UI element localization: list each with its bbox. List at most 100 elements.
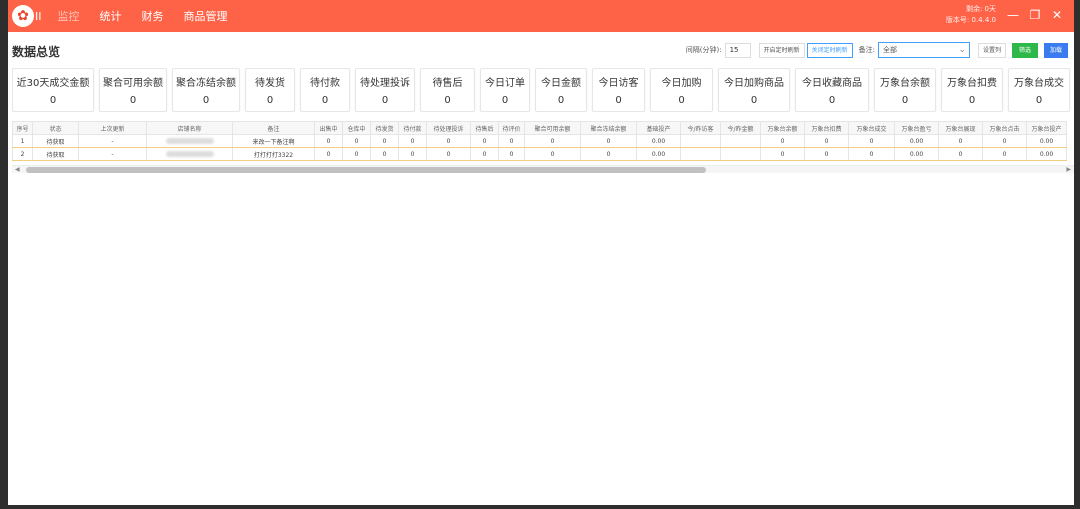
stat-card-value: 0 xyxy=(901,95,909,106)
interval-input[interactable]: 15 xyxy=(724,42,751,58)
column-header[interactable]: 万象台余额 xyxy=(760,121,805,135)
stat-card: 万象台余额 0 xyxy=(874,68,936,112)
window-controls: — ❐ ✕ xyxy=(1002,8,1068,22)
column-header[interactable]: 店铺名称 xyxy=(146,121,233,135)
column-header[interactable]: 待发货 xyxy=(370,121,399,135)
menu-item-product-management[interactable]: 商品管理 xyxy=(184,8,228,24)
stat-card-label: 近30天成交金额 xyxy=(16,78,90,89)
table-cell: 0 xyxy=(426,134,471,148)
table-cell: 待获取 xyxy=(32,134,79,148)
column-header[interactable]: 万象台盈亏 xyxy=(894,121,939,135)
note-filter-select[interactable]: 全部 ⌄ xyxy=(877,42,970,58)
table-cell: 0 xyxy=(470,134,499,148)
stat-card: 待处理投诉 0 xyxy=(355,68,415,112)
stat-card-label: 万象台余额 xyxy=(880,78,930,89)
column-header[interactable]: 出售中 xyxy=(314,121,343,135)
column-header[interactable]: 待付款 xyxy=(398,121,427,135)
start-auto-refresh-button[interactable]: 开启定时刷新 xyxy=(758,42,805,58)
stat-card: 今日收藏商品 0 xyxy=(795,68,869,112)
table-cell: 0.00 xyxy=(636,134,681,148)
stat-card-label: 待处理投诉 xyxy=(360,78,410,89)
redacted-shop-name xyxy=(165,138,214,144)
menu-item-monitor[interactable]: 监控 xyxy=(58,8,80,24)
filter-button[interactable]: 筛选 xyxy=(1012,42,1038,58)
redacted-shop-name xyxy=(165,151,214,157)
minimize-icon[interactable]: — xyxy=(1002,8,1024,22)
column-header[interactable]: 备注 xyxy=(232,121,315,135)
set-columns-button[interactable]: 设置列 xyxy=(977,42,1006,58)
scrollbar-thumb[interactable] xyxy=(26,167,706,173)
stat-card-value: 0 xyxy=(266,95,274,106)
scroll-right-icon[interactable]: ▶ xyxy=(1066,166,1071,174)
column-header[interactable]: 聚合冻结余额 xyxy=(580,121,637,135)
stat-card-label: 今日加购 xyxy=(661,78,702,89)
table-cell: 0 xyxy=(470,147,499,161)
menu-item-finance[interactable]: 财务 xyxy=(142,8,164,24)
stat-card-label: 今日订单 xyxy=(485,78,525,89)
stat-card: 今日加购 0 xyxy=(650,68,713,112)
stat-card-label: 待售后 xyxy=(432,78,463,89)
column-header[interactable]: 序号 xyxy=(12,121,33,135)
column-header[interactable]: 万象台投产 xyxy=(1026,121,1067,135)
stat-card-value: 0 xyxy=(381,95,389,106)
stat-card-value: 0 xyxy=(129,95,137,106)
interval-label: 间隔(分钟): xyxy=(685,46,722,54)
table-cell: 0 xyxy=(938,134,983,148)
stat-card: 待售后 0 xyxy=(420,68,475,112)
column-header[interactable]: 仓库中 xyxy=(342,121,371,135)
column-header[interactable]: 上次更新 xyxy=(78,121,147,135)
load-button[interactable]: 加载 xyxy=(1044,42,1068,58)
table-row[interactable]: 1 待获取 - 来改一下备注啊 0 0 0 0 0 0 0 0 0 0.00 0… xyxy=(12,134,1067,148)
stat-card: 聚合可用余额 0 xyxy=(99,68,167,112)
column-header[interactable]: 待评价 xyxy=(498,121,525,135)
menu-item-stats[interactable]: 统计 xyxy=(100,8,122,24)
table-cell: 0.00 xyxy=(1026,147,1067,161)
column-header[interactable]: 待售后 xyxy=(470,121,499,135)
table-cell: 0 xyxy=(982,134,1027,148)
stat-card: 今日加购商品 0 xyxy=(718,68,790,112)
stat-card-value: 0 xyxy=(750,95,758,106)
column-header[interactable]: 基础投产 xyxy=(636,121,681,135)
note-filter-label: 备注: xyxy=(858,46,875,54)
table-cell: 0 xyxy=(524,147,581,161)
maximize-icon[interactable]: ❐ xyxy=(1024,8,1046,22)
close-icon[interactable]: ✕ xyxy=(1046,8,1068,22)
table-horizontal-scrollbar[interactable]: ◀ ▶ xyxy=(12,165,1074,173)
shop-table-container: 序号 状态 上次更新 店铺名称 备注 出售中 仓库中 待发货 待付款 待处理投诉… xyxy=(12,121,1074,165)
table-cell xyxy=(720,134,761,148)
summary-cards: 近30天成交金额 0 聚合可用余额 0 聚合冻结余额 0 待发货 0 待付款 0 待处理投… xyxy=(12,68,1074,112)
column-header[interactable]: 万象台点击 xyxy=(982,121,1027,135)
shop-table: 序号 状态 上次更新 店铺名称 备注 出售中 仓库中 待发货 待付款 待处理投诉… xyxy=(12,121,1067,161)
stop-auto-refresh-button[interactable]: 关闭定时刷新 xyxy=(806,42,853,58)
column-header[interactable]: 万象台成交 xyxy=(848,121,895,135)
stat-card-value: 0 xyxy=(1035,95,1043,106)
table-cell: 0.00 xyxy=(1026,134,1067,148)
table-cell[interactable]: 来改一下备注啊 xyxy=(232,134,315,148)
stat-card-value: 0 xyxy=(321,95,329,106)
shop-name-cell xyxy=(146,147,233,161)
table-cell xyxy=(720,147,761,161)
column-header[interactable]: 待处理投诉 xyxy=(426,121,471,135)
stat-card: 万象台扣费 0 xyxy=(941,68,1003,112)
stat-card: 万象台成交 0 xyxy=(1008,68,1070,112)
table-cell[interactable]: 打打打打3322 xyxy=(232,147,315,161)
table-cell: 0 xyxy=(370,134,399,148)
stat-card-label: 万象台成交 xyxy=(1014,78,1064,89)
column-header[interactable]: 万象台展现 xyxy=(938,121,983,135)
table-cell xyxy=(680,134,721,148)
column-header[interactable]: 今/昨访客 xyxy=(680,121,721,135)
table-row[interactable]: 2 待获取 - 打打打打3322 0 0 0 0 0 0 0 0 0 0.00 xyxy=(12,147,1067,161)
remaining-days: 剩余: 0天 xyxy=(965,5,996,13)
column-header[interactable]: 今/昨金额 xyxy=(720,121,761,135)
column-header[interactable]: 万象台扣费 xyxy=(804,121,849,135)
column-header[interactable]: 状态 xyxy=(32,121,79,135)
stat-card: 近30天成交金额 0 xyxy=(12,68,94,112)
scroll-left-icon[interactable]: ◀ xyxy=(15,166,20,174)
stat-card: 今日访客 0 xyxy=(592,68,645,112)
table-cell: 0.00 xyxy=(636,147,681,161)
stat-card-label: 待发货 xyxy=(255,78,285,89)
column-header[interactable]: 聚合可用余额 xyxy=(524,121,581,135)
table-cell: - xyxy=(78,147,147,161)
table-cell: 0 xyxy=(524,134,581,148)
table-cell: 0 xyxy=(398,134,427,148)
